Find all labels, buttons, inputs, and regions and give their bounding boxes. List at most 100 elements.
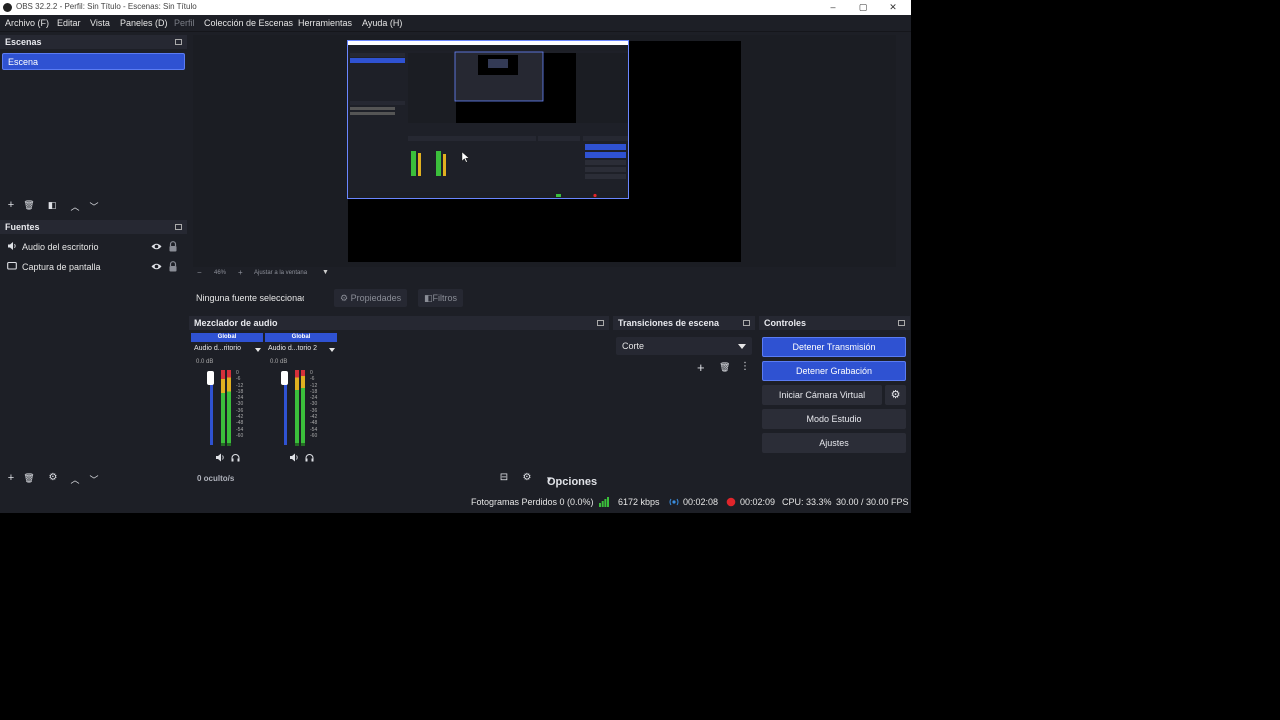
menu-herramientas[interactable]: Herramientas: [298, 18, 352, 28]
transitions-dock-title: Transiciones de escena: [618, 318, 720, 328]
channel-tag: Global: [265, 333, 337, 342]
move-scene-up-button[interactable]: ︿: [68, 200, 82, 213]
settings-button[interactable]: Ajustes: [762, 433, 906, 453]
transitions-dock-header: Transiciones de escena: [613, 316, 755, 330]
virtual-camera-settings-gear-icon[interactable]: ⚙: [885, 385, 906, 405]
visibility-eye-icon[interactable]: [151, 261, 162, 272]
scene-item[interactable]: Escena: [2, 53, 185, 70]
menu-coleccion-escenas[interactable]: Colección de Escenas: [204, 18, 293, 28]
mixer-options-button[interactable]: Opciones ▾: [547, 474, 597, 488]
remove-source-button[interactable]: 🗑: [22, 473, 36, 484]
source-item-desktop-audio[interactable]: Audio del escritorio: [0, 238, 187, 256]
preview-zoom-bar: − 46% + Ajustar a la ventana ▼: [193, 268, 896, 280]
undock-icon[interactable]: [175, 39, 182, 45]
move-source-down-button[interactable]: ﹀: [87, 473, 101, 486]
properties-label: Propiedades: [350, 293, 402, 303]
menu-archivo[interactable]: Archivo (F): [5, 18, 49, 28]
move-scene-down-button[interactable]: ﹀: [87, 200, 101, 213]
title-bar: OBS 32.2.2 - Perfil: Sin Título - Escena…: [0, 0, 911, 15]
scenes-toolbar: + 🗑 ◧ ︿ ﹀: [0, 197, 187, 215]
move-source-up-button[interactable]: ︿: [68, 473, 82, 486]
scene-filters-button[interactable]: ◧: [45, 200, 59, 211]
lock-icon[interactable]: [168, 261, 178, 272]
options-label: Opciones: [547, 476, 598, 488]
volume-slider-handle[interactable]: [207, 371, 214, 385]
mute-speaker-icon[interactable]: [289, 453, 299, 462]
stop-streaming-button[interactable]: Detener Transmisión: [762, 337, 906, 357]
scale-tick: -48: [236, 420, 244, 427]
remove-scene-button[interactable]: 🗑: [22, 200, 36, 211]
meter-scale: 0 -6 -12 -18 -24 -30 -36 -42 -48 -54 -60: [236, 370, 243, 439]
volume-slider-handle[interactable]: [281, 371, 288, 385]
scale-tick: -48: [310, 420, 318, 427]
zoom-out-button[interactable]: −: [197, 268, 202, 277]
properties-button[interactable]: ⚙ Propiedades: [334, 289, 408, 307]
sources-toolbar: + 🗑 ⚙ ︿ ﹀: [0, 470, 187, 488]
sources-list: Audio del escritorio Captura de pantalla: [0, 236, 187, 468]
transition-select[interactable]: Corte: [616, 337, 752, 355]
channel-menu-chevron-icon[interactable]: [329, 348, 335, 352]
menu-editar[interactable]: Editar: [57, 18, 81, 28]
mixer-dock-header: Mezclador de audio: [189, 316, 609, 330]
hidden-channels-count: 0 oculto/s: [197, 474, 235, 483]
mixer-channel-1: Global Audio d...ritorio 0.0 dB 0 -6 -12…: [191, 333, 265, 465]
source-properties-gear-icon[interactable]: ⚙: [46, 472, 60, 483]
channel-name[interactable]: Audio d...ritorio: [194, 345, 241, 352]
source-label: Audio del escritorio: [22, 242, 99, 252]
recursive-capture-image: [348, 41, 628, 198]
mixer-layout-icon[interactable]: ⊟: [497, 472, 511, 483]
undock-icon[interactable]: [597, 320, 604, 326]
minimize-button[interactable]: –: [818, 0, 848, 15]
context-bar: Ninguna fuente seleccionada ⚙ Propiedade…: [189, 286, 910, 310]
add-source-button[interactable]: +: [4, 472, 18, 484]
zoom-level: 46%: [214, 270, 227, 276]
visibility-eye-icon[interactable]: [151, 241, 162, 252]
undock-icon[interactable]: [898, 320, 905, 326]
filters-label: Filtros: [432, 293, 458, 303]
maximize-button[interactable]: ▢: [848, 0, 878, 15]
menu-paneles[interactable]: Paneles (D): [120, 18, 168, 28]
monitor-headphones-icon[interactable]: [231, 453, 240, 462]
scenes-dock-title: Escenas: [5, 37, 42, 47]
mute-speaker-icon[interactable]: [215, 453, 225, 462]
zoom-in-button[interactable]: +: [238, 268, 243, 277]
cpu-usage: CPU: 33.3%: [782, 497, 832, 507]
start-virtual-camera-button[interactable]: Iniciar Cámara Virtual: [762, 385, 882, 405]
transition-more-options-icon[interactable]: ⋮: [740, 361, 750, 372]
fit-to-window-label[interactable]: Ajustar a la ventana: [254, 270, 307, 276]
menu-ayuda[interactable]: Ayuda (H): [362, 18, 402, 28]
add-transition-button[interactable]: +: [697, 360, 705, 375]
stream-duration: 00:02:08: [683, 497, 719, 507]
scenes-list: Escena: [0, 50, 187, 195]
studio-mode-button[interactable]: Modo Estudio: [762, 409, 906, 429]
transition-selected: Corte: [622, 341, 645, 351]
bitrate: 6172 kbps: [618, 497, 660, 507]
add-scene-button[interactable]: +: [4, 199, 18, 211]
mixer-dock-title: Mezclador de audio: [194, 318, 278, 328]
undock-icon[interactable]: [175, 224, 182, 230]
stop-recording-button[interactable]: Detener Grabación: [762, 361, 906, 381]
monitor-headphones-icon[interactable]: [305, 453, 314, 462]
advanced-audio-gear-icon[interactable]: ⚙: [520, 472, 534, 483]
zoom-dropdown-chevron-icon[interactable]: ▼: [322, 269, 329, 276]
mixer-toolbar: 0 oculto/s ⊟ ⚙ Opciones ▾: [189, 470, 609, 488]
sources-dock-header: Fuentes: [0, 220, 187, 234]
screen-capture-preview[interactable]: [347, 40, 629, 199]
remove-transition-button[interactable]: 🗑: [719, 362, 730, 373]
close-button[interactable]: ✕: [878, 0, 908, 15]
obs-window: OBS 32.2.2 - Perfil: Sin Título - Escena…: [0, 0, 911, 513]
monitor-icon: [7, 261, 17, 270]
obs-logo-icon: [3, 3, 12, 12]
channel-volume-db: 0.0 dB: [270, 359, 288, 365]
scale-tick: -30: [236, 401, 244, 408]
lock-icon[interactable]: [168, 241, 178, 252]
channel-name[interactable]: Audio d...torio 2: [268, 345, 317, 352]
menu-vista[interactable]: Vista: [90, 18, 110, 28]
scale-tick: -60: [236, 432, 244, 439]
filters-button[interactable]: ◧Filtros: [418, 289, 464, 307]
source-item-screen-capture[interactable]: Captura de pantalla: [0, 258, 187, 276]
channel-tag: Global: [191, 333, 263, 342]
channel-menu-chevron-icon[interactable]: [255, 348, 261, 352]
menu-perfil: Perfil: [174, 18, 195, 28]
undock-icon[interactable]: [743, 320, 750, 326]
